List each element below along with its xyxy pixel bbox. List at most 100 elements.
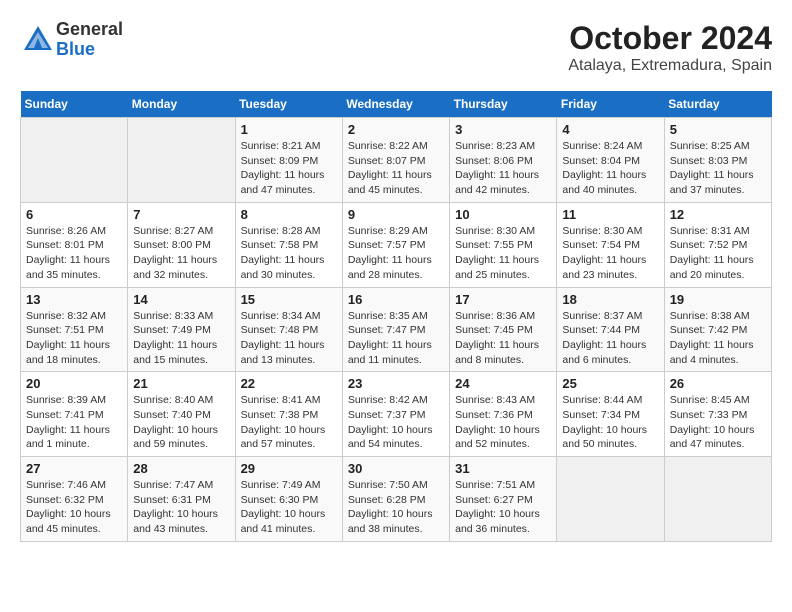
- calendar-cell: 4 Sunrise: 8:24 AM Sunset: 8:04 PM Daylig…: [557, 118, 664, 203]
- column-header-monday: Monday: [128, 91, 235, 118]
- week-row-4: 20 Sunrise: 8:39 AM Sunset: 7:41 PM Dayli…: [21, 372, 772, 457]
- week-row-2: 6Sunrise: 8:26 AM Sunset: 8:01 PM Daylig…: [21, 202, 772, 287]
- day-info: Sunrise: 8:41 AM Sunset: 7:38 PM Dayligh…: [241, 393, 337, 452]
- page-header: General Blue October 2024 Atalaya, Extre…: [20, 20, 772, 75]
- day-info: Sunrise: 8:30 AM Sunset: 7:55 PM Dayligh…: [455, 224, 551, 283]
- calendar-cell: [21, 118, 128, 203]
- day-number: 14: [133, 292, 229, 307]
- calendar-cell: 19 Sunrise: 8:38 AM Sunset: 7:42 PM Dayli…: [664, 287, 771, 372]
- day-number: 15: [241, 292, 337, 307]
- calendar-body: 1 Sunrise: 8:21 AM Sunset: 8:09 PM Daylig…: [21, 118, 772, 542]
- day-info: Sunrise: 8:22 AM Sunset: 8:07 PM Dayligh…: [348, 139, 444, 198]
- day-info: Sunrise: 8:36 AM Sunset: 7:45 PM Dayligh…: [455, 309, 551, 368]
- day-info: Sunrise: 8:44 AM Sunset: 7:34 PM Dayligh…: [562, 393, 658, 452]
- calendar-cell: [557, 457, 664, 542]
- day-number: 18: [562, 292, 658, 307]
- day-info: Sunrise: 8:31 AM Sunset: 7:52 PM Dayligh…: [670, 224, 766, 283]
- calendar-cell: 2 Sunrise: 8:22 AM Sunset: 8:07 PM Daylig…: [342, 118, 449, 203]
- column-header-sunday: Sunday: [21, 91, 128, 118]
- day-info: Sunrise: 8:25 AM Sunset: 8:03 PM Dayligh…: [670, 139, 766, 198]
- header-row: SundayMondayTuesdayWednesdayThursdayFrid…: [21, 91, 772, 118]
- day-info: Sunrise: 8:24 AM Sunset: 8:04 PM Dayligh…: [562, 139, 658, 198]
- calendar-cell: 23 Sunrise: 8:42 AM Sunset: 7:37 PM Dayli…: [342, 372, 449, 457]
- column-header-thursday: Thursday: [450, 91, 557, 118]
- month-title: October 2024: [568, 20, 772, 57]
- calendar-cell: 31 Sunrise: 7:51 AM Sunset: 6:27 PM Dayli…: [450, 457, 557, 542]
- day-info: Sunrise: 8:27 AM Sunset: 8:00 PM Dayligh…: [133, 224, 229, 283]
- day-number: 2: [348, 122, 444, 137]
- day-number: 29: [241, 461, 337, 476]
- day-number: 3: [455, 122, 551, 137]
- day-info: Sunrise: 8:23 AM Sunset: 8:06 PM Dayligh…: [455, 139, 551, 198]
- day-number: 17: [455, 292, 551, 307]
- day-number: 4: [562, 122, 658, 137]
- day-info: Sunrise: 8:29 AM Sunset: 7:57 PM Dayligh…: [348, 224, 444, 283]
- day-number: 19: [670, 292, 766, 307]
- calendar-cell: 8 Sunrise: 8:28 AM Sunset: 7:58 PM Daylig…: [235, 202, 342, 287]
- week-row-3: 13Sunrise: 8:32 AM Sunset: 7:51 PM Dayli…: [21, 287, 772, 372]
- day-info: Sunrise: 8:28 AM Sunset: 7:58 PM Dayligh…: [241, 224, 337, 283]
- calendar-cell: 20 Sunrise: 8:39 AM Sunset: 7:41 PM Dayli…: [21, 372, 128, 457]
- day-number: 23: [348, 376, 444, 391]
- calendar-cell: 26 Sunrise: 8:45 AM Sunset: 7:33 PM Dayli…: [664, 372, 771, 457]
- calendar-cell: 16Sunrise: 8:35 AM Sunset: 7:47 PM Dayli…: [342, 287, 449, 372]
- column-header-saturday: Saturday: [664, 91, 771, 118]
- day-info: Sunrise: 8:35 AM Sunset: 7:47 PM Dayligh…: [348, 309, 444, 368]
- day-number: 7: [133, 207, 229, 222]
- calendar-table: SundayMondayTuesdayWednesdayThursdayFrid…: [20, 91, 772, 542]
- day-info: Sunrise: 8:39 AM Sunset: 7:41 PM Dayligh…: [26, 393, 122, 452]
- calendar-cell: 28 Sunrise: 7:47 AM Sunset: 6:31 PM Dayli…: [128, 457, 235, 542]
- logo: General Blue: [20, 20, 123, 60]
- day-info: Sunrise: 8:30 AM Sunset: 7:54 PM Dayligh…: [562, 224, 658, 283]
- day-number: 6: [26, 207, 122, 222]
- day-number: 27: [26, 461, 122, 476]
- day-number: 1: [241, 122, 337, 137]
- day-info: Sunrise: 8:34 AM Sunset: 7:48 PM Dayligh…: [241, 309, 337, 368]
- day-info: Sunrise: 8:42 AM Sunset: 7:37 PM Dayligh…: [348, 393, 444, 452]
- column-header-friday: Friday: [557, 91, 664, 118]
- title-block: October 2024 Atalaya, Extremadura, Spain: [568, 20, 772, 75]
- day-info: Sunrise: 8:45 AM Sunset: 7:33 PM Dayligh…: [670, 393, 766, 452]
- day-number: 22: [241, 376, 337, 391]
- week-row-5: 27 Sunrise: 7:46 AM Sunset: 6:32 PM Dayli…: [21, 457, 772, 542]
- week-row-1: 1 Sunrise: 8:21 AM Sunset: 8:09 PM Daylig…: [21, 118, 772, 203]
- logo-general: General: [56, 20, 123, 40]
- calendar-cell: 25 Sunrise: 8:44 AM Sunset: 7:34 PM Dayli…: [557, 372, 664, 457]
- day-number: 25: [562, 376, 658, 391]
- day-number: 28: [133, 461, 229, 476]
- calendar-cell: 29 Sunrise: 7:49 AM Sunset: 6:30 PM Dayli…: [235, 457, 342, 542]
- logo-text: General Blue: [56, 20, 123, 60]
- calendar-cell: 27 Sunrise: 7:46 AM Sunset: 6:32 PM Dayli…: [21, 457, 128, 542]
- day-info: Sunrise: 7:50 AM Sunset: 6:28 PM Dayligh…: [348, 478, 444, 537]
- calendar-cell: 14 Sunrise: 8:33 AM Sunset: 7:49 PM Dayli…: [128, 287, 235, 372]
- calendar-cell: [128, 118, 235, 203]
- day-info: Sunrise: 8:21 AM Sunset: 8:09 PM Dayligh…: [241, 139, 337, 198]
- day-number: 30: [348, 461, 444, 476]
- calendar-cell: 18 Sunrise: 8:37 AM Sunset: 7:44 PM Dayli…: [557, 287, 664, 372]
- day-info: Sunrise: 7:51 AM Sunset: 6:27 PM Dayligh…: [455, 478, 551, 537]
- calendar-header: SundayMondayTuesdayWednesdayThursdayFrid…: [21, 91, 772, 118]
- day-number: 12: [670, 207, 766, 222]
- day-number: 20: [26, 376, 122, 391]
- calendar-cell: 7 Sunrise: 8:27 AM Sunset: 8:00 PM Daylig…: [128, 202, 235, 287]
- calendar-cell: 21Sunrise: 8:40 AM Sunset: 7:40 PM Dayli…: [128, 372, 235, 457]
- day-info: Sunrise: 8:38 AM Sunset: 7:42 PM Dayligh…: [670, 309, 766, 368]
- calendar-cell: 10Sunrise: 8:30 AM Sunset: 7:55 PM Dayli…: [450, 202, 557, 287]
- day-info: Sunrise: 8:37 AM Sunset: 7:44 PM Dayligh…: [562, 309, 658, 368]
- calendar-cell: 9Sunrise: 8:29 AM Sunset: 7:57 PM Daylig…: [342, 202, 449, 287]
- day-info: Sunrise: 7:47 AM Sunset: 6:31 PM Dayligh…: [133, 478, 229, 537]
- calendar-cell: 11 Sunrise: 8:30 AM Sunset: 7:54 PM Dayli…: [557, 202, 664, 287]
- day-number: 8: [241, 207, 337, 222]
- column-header-wednesday: Wednesday: [342, 91, 449, 118]
- day-info: Sunrise: 8:33 AM Sunset: 7:49 PM Dayligh…: [133, 309, 229, 368]
- day-number: 31: [455, 461, 551, 476]
- calendar-cell: 22 Sunrise: 8:41 AM Sunset: 7:38 PM Dayli…: [235, 372, 342, 457]
- day-info: Sunrise: 7:49 AM Sunset: 6:30 PM Dayligh…: [241, 478, 337, 537]
- logo-blue: Blue: [56, 40, 123, 60]
- calendar-cell: 15 Sunrise: 8:34 AM Sunset: 7:48 PM Dayli…: [235, 287, 342, 372]
- day-number: 11: [562, 207, 658, 222]
- day-number: 26: [670, 376, 766, 391]
- day-info: Sunrise: 7:46 AM Sunset: 6:32 PM Dayligh…: [26, 478, 122, 537]
- calendar-cell: 24Sunrise: 8:43 AM Sunset: 7:36 PM Dayli…: [450, 372, 557, 457]
- calendar-cell: 17 Sunrise: 8:36 AM Sunset: 7:45 PM Dayli…: [450, 287, 557, 372]
